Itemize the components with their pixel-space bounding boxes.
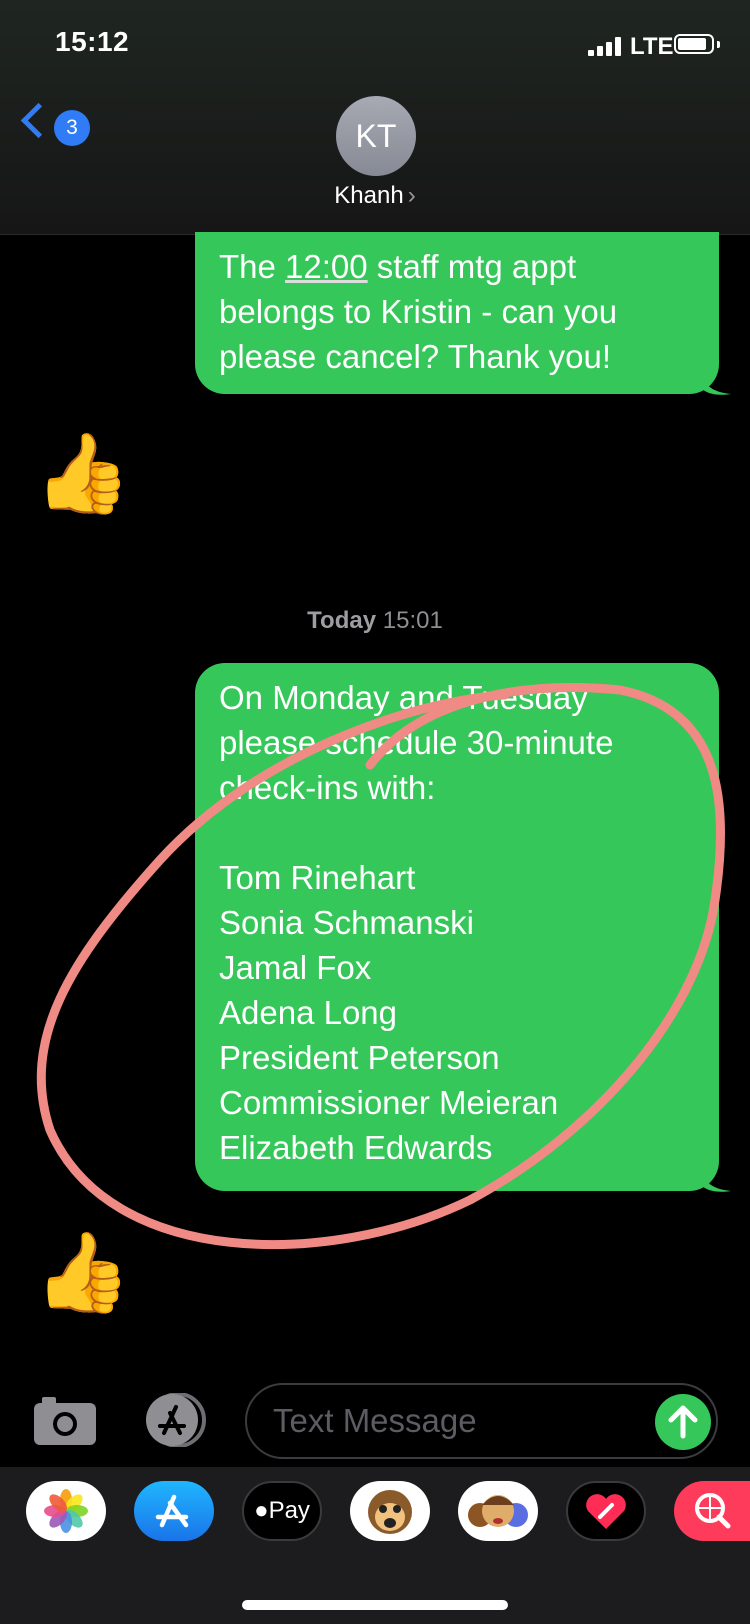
message-timestamp: Today 15:01: [0, 607, 750, 635]
contact-list-item: Adena Long: [219, 994, 398, 1031]
message-line: belongs to Kristin - can you: [219, 293, 618, 330]
web-search-icon[interactable]: [674, 1481, 750, 1541]
animoji-monkey-icon[interactable]: [350, 1481, 430, 1541]
status-time: 15:12: [55, 26, 130, 57]
send-button[interactable]: [655, 1394, 711, 1450]
app-store-app-icon[interactable]: [134, 1481, 214, 1541]
unread-count-badge: 3: [54, 110, 90, 146]
time-link[interactable]: 12:00: [285, 248, 368, 285]
battery-icon: [674, 34, 714, 54]
thumbs-up-reaction[interactable]: 👍: [34, 434, 131, 512]
bubble-tail: [701, 366, 731, 395]
home-indicator[interactable]: [242, 1600, 508, 1610]
contact-list-item: Elizabeth Edwards: [219, 1129, 493, 1166]
contact-list-item: Commissioner Meieran: [219, 1084, 559, 1121]
message-line: On Monday and Tuesday: [219, 679, 588, 716]
app-store-icon: [146, 1392, 206, 1448]
message-text: The: [219, 248, 286, 285]
camera-icon: [34, 1397, 96, 1445]
chevron-right-icon: ›: [407, 182, 416, 209]
digital-touch-icon[interactable]: [566, 1481, 646, 1541]
apple-pay-label: Pay: [268, 1497, 310, 1524]
bubble-tail: [701, 1163, 731, 1192]
contact-list-item: Sonia Schmanski: [219, 904, 474, 941]
camera-button[interactable]: [34, 1395, 98, 1445]
memoji-icon[interactable]: [458, 1481, 538, 1541]
message-line: check-ins with:: [219, 769, 436, 806]
message-line: please schedule 30-minute: [219, 724, 614, 761]
app-store-button[interactable]: [140, 1392, 212, 1448]
message-line: The 12:00 staff mtg appt: [219, 244, 695, 289]
thumbs-up-reaction[interactable]: 👍: [34, 1233, 131, 1311]
contact-avatar[interactable]: KT: [336, 96, 416, 176]
apple-logo-icon: ●: [254, 1497, 269, 1524]
contact-list-item: Jamal Fox: [219, 949, 372, 986]
contact-name: Khanh: [334, 182, 404, 209]
contact-list-item: Tom Rinehart: [219, 859, 416, 896]
message-input[interactable]: [245, 1383, 718, 1459]
chevron-left-icon: [20, 102, 57, 139]
back-button[interactable]: 3: [20, 102, 92, 154]
apple-pay-icon[interactable]: ●Pay: [242, 1481, 322, 1541]
arrow-up-icon: [668, 1405, 698, 1439]
battery-nub: [717, 41, 720, 48]
signal-icon: [588, 36, 624, 56]
timestamp-time: 15:01: [382, 607, 443, 634]
contact-name-button[interactable]: Khanh ›: [0, 182, 750, 210]
contact-list-item: President Peterson: [219, 1039, 500, 1076]
photos-icon[interactable]: [26, 1481, 106, 1541]
outgoing-message-bubble[interactable]: The 12:00 staff mtg appt belongs to Kris…: [195, 232, 731, 395]
network-label: LTE: [630, 33, 674, 60]
outgoing-message-bubble[interactable]: On Monday and Tuesday please schedule 30…: [195, 663, 731, 1192]
message-text: staff mtg appt: [367, 248, 577, 285]
message-line: please cancel? Thank you!: [219, 338, 611, 375]
timestamp-day: Today: [307, 607, 377, 634]
